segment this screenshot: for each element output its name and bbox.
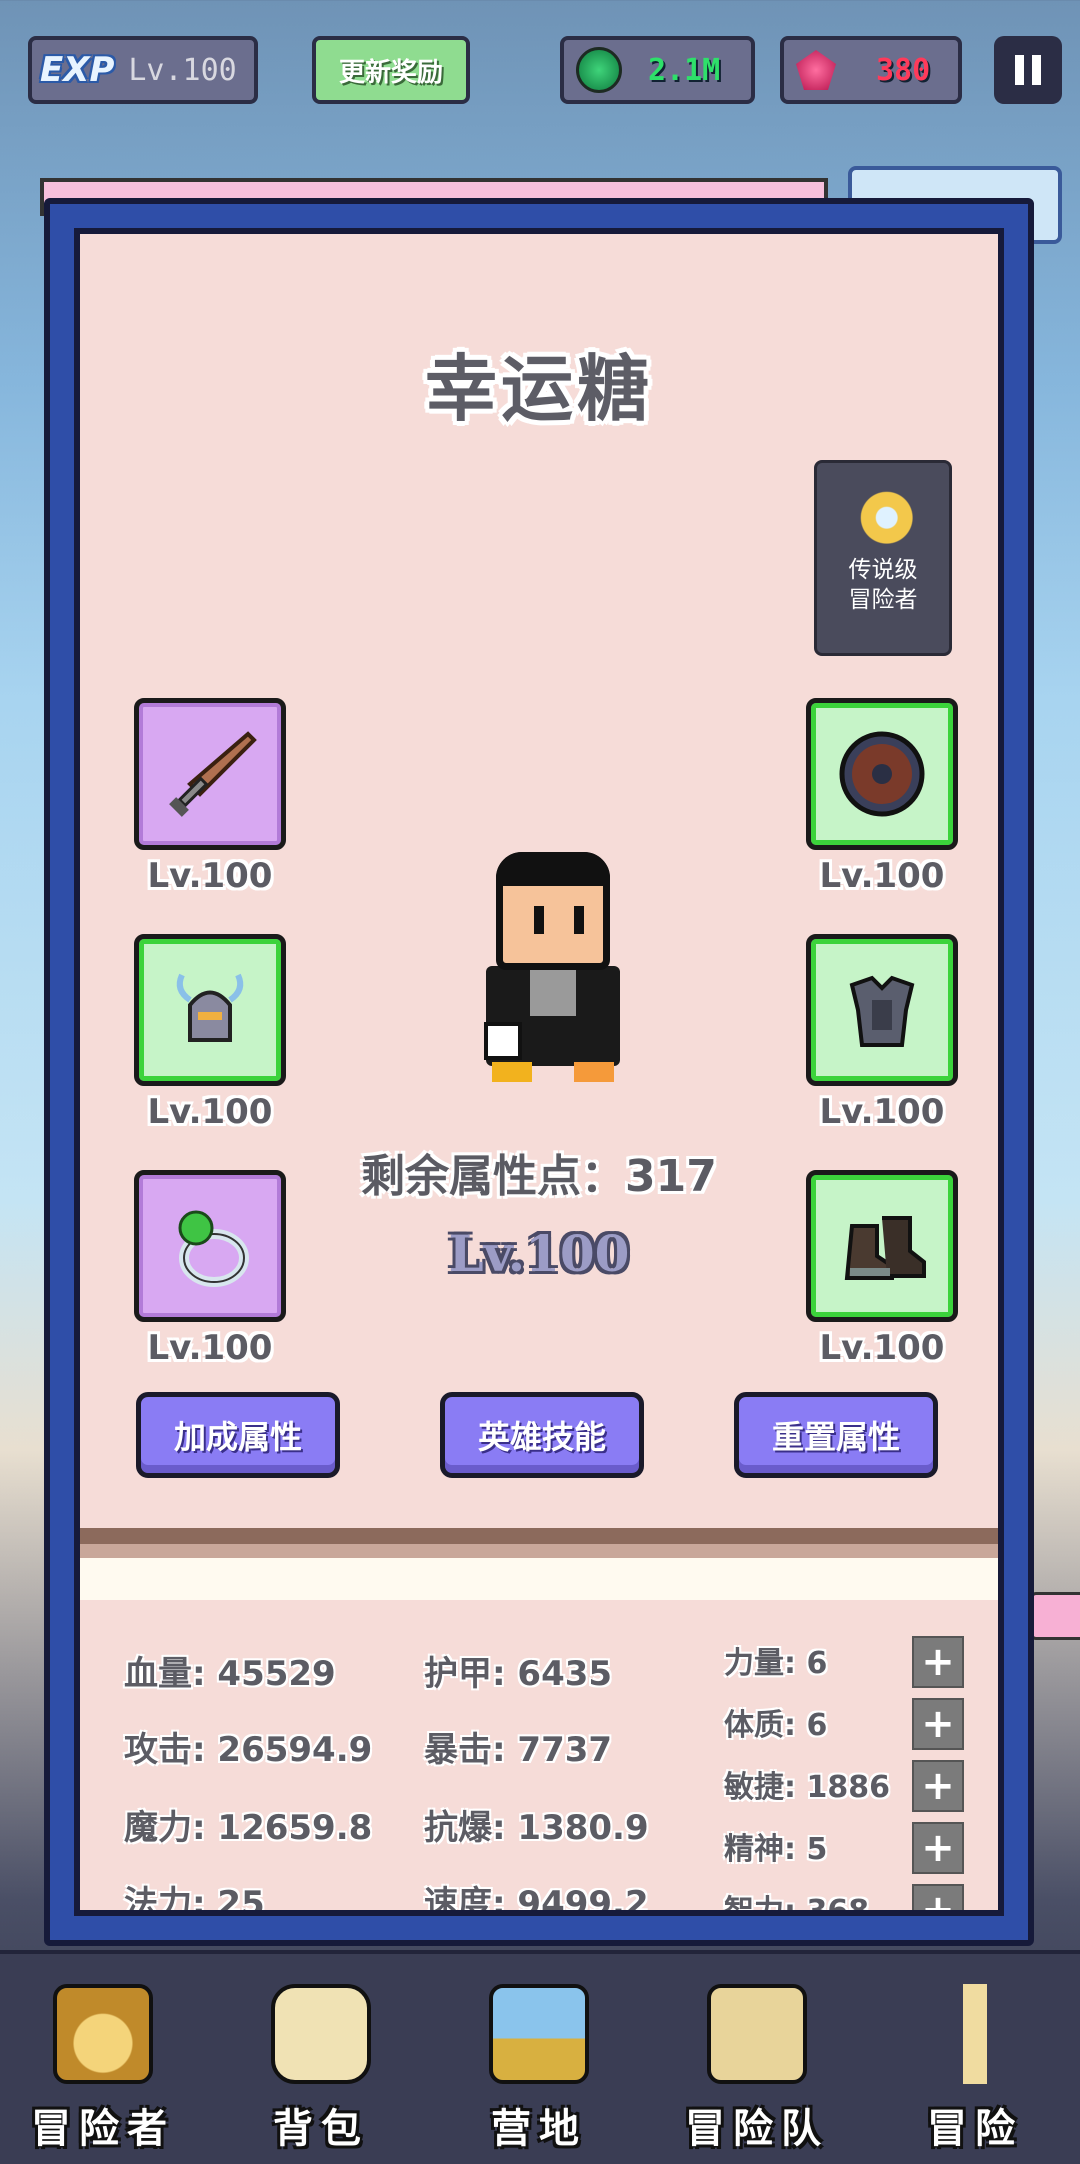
nav-backpack[interactable]: 背包 — [226, 1984, 416, 2154]
stat-attack: 攻击: 26594.9 — [124, 1730, 373, 1770]
stat-armor: 护甲: 6435 — [424, 1654, 613, 1694]
bonus-attributes-button[interactable]: 加成属性 — [136, 1392, 340, 1478]
nav-label-adventurer: 冒险者 — [31, 2106, 175, 2152]
equip-level-armor: Lv.100 — [819, 1092, 945, 1132]
shield-icon — [839, 731, 925, 817]
ruby-gem-icon — [796, 50, 836, 90]
equip-slot-armor[interactable] — [806, 934, 958, 1086]
nav-label-backpack: 背包 — [273, 2106, 369, 2152]
background-side-button[interactable] — [1030, 1592, 1080, 1640]
attr-agility: 敏捷: 1886 — [724, 1770, 890, 1805]
stat-anti-crit: 抗爆: 1380.9 — [424, 1808, 649, 1848]
equip-level-weapon: Lv.100 — [147, 856, 273, 896]
camp-banner-icon — [489, 1984, 589, 2084]
nav-team[interactable]: 冒险队 — [662, 1984, 852, 2154]
gem-count: 2.1M — [648, 52, 721, 88]
add-spirit-button[interactable]: + — [912, 1822, 964, 1874]
reset-attributes-button[interactable]: 重置属性 — [734, 1392, 938, 1478]
attr-strength: 力量: 6 — [724, 1646, 828, 1681]
nav-camp[interactable]: 营地 — [444, 1984, 634, 2154]
hero-detail-panel: 幸运糖 传说级 冒险者 Lv.100 Lv.100 Lv.100 Lv.100 … — [74, 228, 1004, 1916]
hero-sprite — [478, 852, 628, 1092]
helmet-icon — [176, 973, 244, 1042]
add-intelligence-button[interactable]: + — [912, 1884, 964, 1910]
equip-level-helmet: Lv.100 — [147, 1092, 273, 1132]
equip-level-boots: Lv.100 — [819, 1328, 945, 1368]
gem-counter[interactable]: 2.1M — [560, 36, 755, 104]
team-book-icon — [707, 1984, 807, 2084]
nav-adventurer[interactable]: 冒险者 — [8, 1984, 198, 2154]
emerald-gem-icon — [576, 47, 622, 93]
player-level: Lv.100 — [128, 52, 237, 88]
nav-adventure[interactable]: 冒险 — [880, 1984, 1070, 2154]
pause-button[interactable] — [994, 36, 1062, 104]
panel-divider — [80, 1528, 998, 1544]
add-agility-button[interactable]: + — [912, 1760, 964, 1812]
bottom-navigation: 冒险者 背包 营地 冒险队 冒险 — [0, 1950, 1080, 2164]
stats-panel: 血量: 45529 攻击: 26594.9 魔力: 12659.8 法力: 25… — [80, 1600, 998, 1910]
stat-crit: 暴击: 7737 — [424, 1730, 613, 1770]
armor-icon — [849, 975, 915, 1047]
stat-magic: 魔力: 12659.8 — [124, 1808, 373, 1848]
exp-panel: EXP Lv.100 — [28, 36, 258, 104]
stat-speed: 速度: 9499.2 — [424, 1884, 649, 1916]
hero-name: 幸运糖 — [424, 347, 653, 431]
ruby-count: 380 — [876, 52, 931, 88]
attr-spirit: 精神: 5 — [724, 1832, 828, 1867]
stat-hp: 血量: 45529 — [124, 1654, 336, 1694]
ruby-counter[interactable]: 380 — [780, 36, 962, 104]
attr-intelligence: 智力: 368 — [724, 1894, 870, 1916]
hero-level: Lv.100 — [448, 1224, 630, 1283]
legendary-emblem-icon — [846, 477, 920, 551]
nav-label-team: 冒险队 — [685, 2106, 829, 2152]
stat-mana: 法力: 25 — [124, 1884, 265, 1916]
add-constitution-button[interactable]: + — [912, 1698, 964, 1750]
hero-detail-modal: 幸运糖 传说级 冒险者 Lv.100 Lv.100 Lv.100 Lv.100 … — [44, 198, 1034, 1946]
hero-skills-button[interactable]: 英雄技能 — [440, 1392, 644, 1478]
backpack-icon — [271, 1984, 371, 2084]
add-strength-button[interactable]: + — [912, 1636, 964, 1688]
equip-slot-weapon[interactable] — [134, 698, 286, 850]
adventure-sword-icon — [925, 1984, 1025, 2084]
equip-level-ring: Lv.100 — [147, 1328, 273, 1368]
rank-label-line1: 传说级 — [848, 557, 918, 583]
rank-label-line2: 冒险者 — [848, 587, 918, 613]
update-reward-button[interactable]: 更新奖励 — [312, 36, 470, 104]
adventurer-helmet-icon — [53, 1984, 153, 2084]
attr-constitution: 体质: 6 — [724, 1708, 828, 1743]
rank-badge[interactable]: 传说级 冒险者 — [814, 460, 952, 656]
equip-level-shield: Lv.100 — [819, 856, 945, 896]
sword-icon — [169, 731, 257, 817]
pause-icon — [1015, 55, 1024, 85]
remaining-attribute-points: 剩余属性点：317 — [361, 1151, 717, 1202]
equip-slot-helmet[interactable] — [134, 934, 286, 1086]
nav-label-adventure: 冒险 — [927, 2106, 1023, 2152]
nav-label-camp: 营地 — [491, 2106, 587, 2152]
exp-logo: EXP — [40, 50, 115, 90]
equip-slot-shield[interactable] — [806, 698, 958, 850]
